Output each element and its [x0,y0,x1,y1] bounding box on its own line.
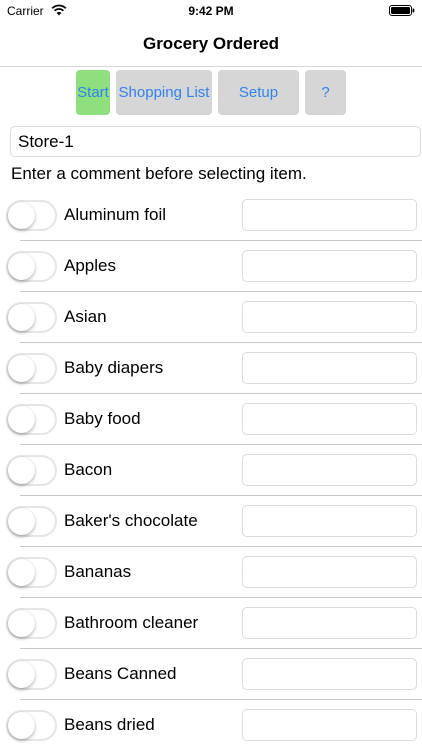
navigation-bar: Grocery Ordered [0,22,422,67]
list-item: Baby food [0,394,422,445]
item-label: Beans dried [64,715,155,734]
toggle-knob [8,712,35,739]
item-label: Beans Canned [64,664,177,683]
setup-button[interactable]: Setup [218,70,299,115]
item-comment-field[interactable] [242,505,417,537]
item-label: Bacon [64,460,113,479]
list-item: Aluminum foil [0,190,422,241]
list-item: Asian [0,292,422,343]
item-toggle[interactable] [6,506,57,537]
item-toggle[interactable] [6,200,57,231]
list-item: Baby diapers [0,343,422,394]
list-item: Bananas [0,547,422,598]
item-comment-field[interactable] [242,556,417,588]
list-item: Beans dried [0,700,422,750]
item-label: Bananas [64,562,132,581]
item-toggle[interactable] [6,557,57,588]
toggle-knob [8,457,35,484]
item-comment-field[interactable] [242,454,417,486]
clock: 9:42 PM [188,4,234,18]
item-label: Aluminum foil [64,205,167,224]
item-toggle[interactable] [6,608,57,639]
item-toggle[interactable] [6,455,57,486]
item-toggle[interactable] [6,251,57,282]
start-button[interactable]: Start [76,70,110,115]
help-button[interactable]: ? [305,70,346,115]
item-toggle[interactable] [6,302,57,333]
page-title: Grocery Ordered [142,34,280,53]
item-toggle[interactable] [6,404,57,435]
item-comment-field[interactable] [242,709,417,741]
item-comment-field[interactable] [242,199,417,231]
grocery-item-list[interactable]: Aluminum foil Apples Asian Baby diapers Baby… [0,190,422,750]
toggle-knob [8,202,35,229]
item-label: Asian [64,307,107,326]
status-bar: Carrier 9:42 PM [0,0,422,22]
item-comment-field[interactable] [242,301,417,333]
item-comment-field[interactable] [242,607,417,639]
item-label: Bathroom cleaner [64,613,199,632]
item-toggle[interactable] [6,353,57,384]
toggle-knob [8,304,35,331]
toggle-knob [8,559,35,586]
list-item: Bathroom cleaner [0,598,422,649]
list-item: Apples [0,241,422,292]
list-item: Beans Canned [0,649,422,700]
list-item: Bacon [0,445,422,496]
toggle-knob [8,406,35,433]
toggle-knob [8,253,35,280]
shopping-list-button[interactable]: Shopping List [116,70,212,115]
item-label: Baby food [64,409,141,428]
item-comment-field[interactable] [242,352,417,384]
toggle-knob [8,661,35,688]
store-input[interactable]: Store-1 [10,126,421,157]
item-comment-field[interactable] [242,658,417,690]
toggle-knob [8,355,35,382]
item-toggle[interactable] [6,710,57,741]
toggle-knob [8,610,35,637]
list-item: Baker's chocolate [0,496,422,547]
battery-icon [389,5,415,16]
item-label: Baker's chocolate [64,511,198,530]
item-comment-field[interactable] [242,250,417,282]
item-label: Apples [64,256,116,275]
toggle-knob [8,508,35,535]
instruction-text: Enter a comment before selecting item. [11,164,307,183]
item-comment-field[interactable] [242,403,417,435]
item-label: Baby diapers [64,358,164,377]
item-toggle[interactable] [6,659,57,690]
